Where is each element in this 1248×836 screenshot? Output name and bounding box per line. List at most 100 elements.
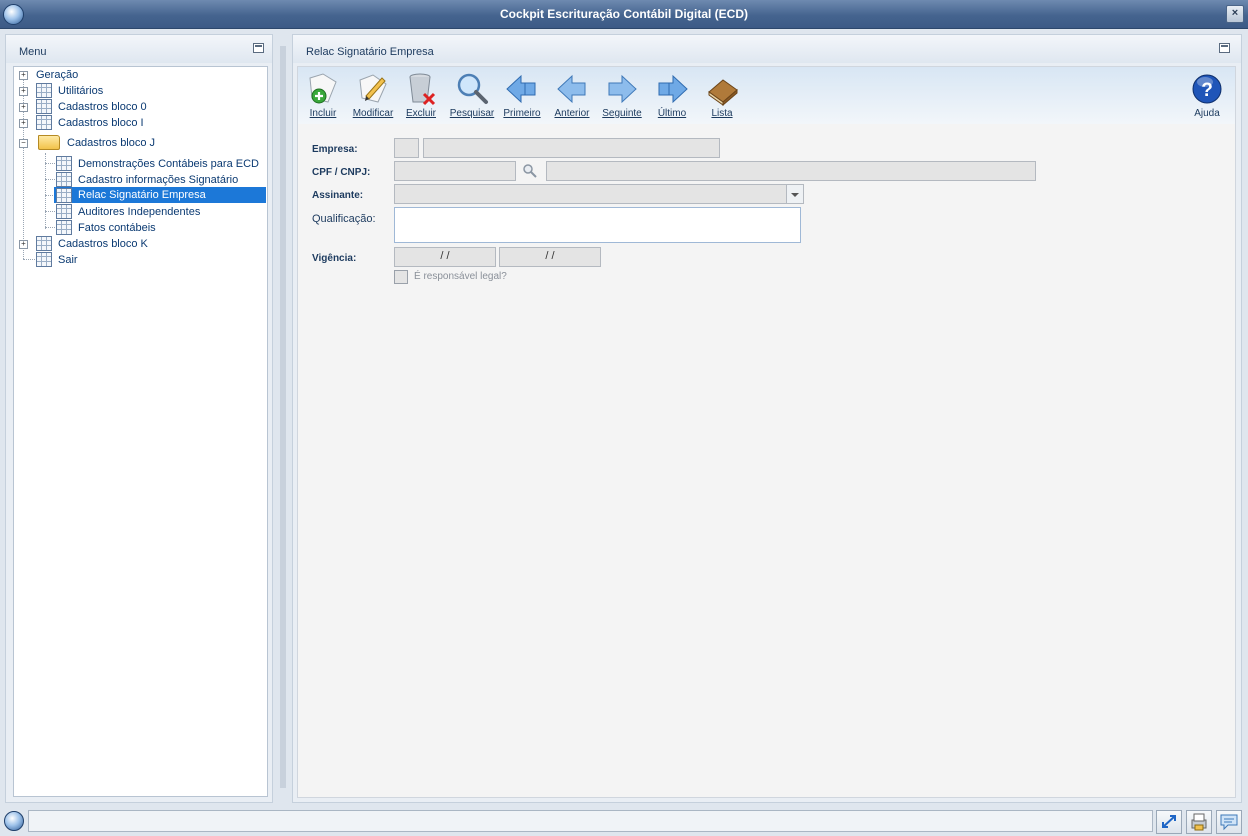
table-icon: [36, 252, 52, 267]
help-icon: ?: [1192, 74, 1222, 104]
table-icon: [36, 99, 52, 114]
minimize-icon[interactable]: [253, 43, 264, 53]
menu-panel-title: Menu: [19, 46, 47, 58]
expand-icon[interactable]: +: [19, 103, 28, 112]
table-icon: [36, 236, 52, 251]
tree-item-label: Cadastros bloco 0: [58, 101, 147, 113]
tree-item-label: Cadastros bloco I: [58, 117, 144, 129]
expand-window-icon[interactable]: [1156, 810, 1182, 834]
modificar-label: Modificar: [352, 108, 394, 119]
status-message-field: [28, 810, 1153, 832]
ajuda-button[interactable]: ? Ajuda: [1183, 70, 1231, 122]
tree-item-label: Geração: [36, 69, 79, 81]
anterior-label: Anterior: [554, 108, 590, 119]
status-logo-icon: [4, 811, 24, 831]
tree-connector: [45, 163, 55, 164]
collapse-icon[interactable]: −: [19, 139, 28, 148]
tree-item-label: Fatos contábeis: [78, 222, 156, 234]
tree-item-label: Demonstrações Contábeis para ECD: [78, 158, 259, 170]
lista-label: Lista: [711, 108, 733, 119]
qualificacao-label: Qualificação:: [312, 213, 376, 225]
title-bar: Cockpit Escrituração Contábil Digital (E…: [0, 0, 1248, 29]
tree-item-label: Sair: [58, 254, 78, 266]
form-area: Incluir Modificar Excluir Pesquisar Prim…: [297, 66, 1236, 798]
tree-connector: [23, 259, 35, 260]
ultimo-label: Último: [657, 108, 687, 119]
next-record-icon: [608, 74, 637, 104]
ajuda-label: Ajuda: [1194, 108, 1220, 119]
cpf-cnpj-name-input[interactable]: [546, 161, 1036, 181]
menu-panel-header: Menu: [6, 35, 272, 63]
responsavel-legal-checkbox[interactable]: [394, 270, 408, 284]
modificar-button[interactable]: Modificar: [349, 70, 397, 122]
incluir-label: Incluir: [309, 108, 337, 119]
ultimo-button[interactable]: Último: [648, 70, 696, 122]
add-document-icon: [309, 73, 337, 104]
table-icon: [56, 204, 72, 219]
table-icon: [56, 188, 72, 203]
empresa-name-input[interactable]: [423, 138, 720, 158]
assinante-select[interactable]: [394, 184, 804, 204]
first-record-icon: [506, 74, 536, 104]
printer-icon[interactable]: [1186, 810, 1212, 834]
toolbar: Incluir Modificar Excluir Pesquisar Prim…: [298, 67, 1235, 124]
search-icon: [457, 73, 488, 104]
seguinte-button[interactable]: Seguinte: [598, 70, 646, 122]
vigencia-inicio-input[interactable]: / /: [394, 247, 496, 267]
tree-item-label: Cadastros bloco J: [67, 137, 156, 149]
message-icon[interactable]: [1216, 810, 1242, 834]
tree-item-label: Auditores Independentes: [78, 206, 201, 218]
expand-icon[interactable]: +: [19, 71, 28, 80]
empresa-code-input[interactable]: [394, 138, 419, 158]
incluir-button[interactable]: Incluir: [299, 70, 347, 122]
expand-icon[interactable]: +: [19, 87, 28, 96]
vigencia-fim-input[interactable]: / /: [499, 247, 601, 267]
responsavel-legal-label: É responsável legal?: [414, 271, 507, 282]
tree-item-label: Cadastro informações Signatário: [78, 174, 239, 186]
table-icon: [36, 115, 52, 130]
table-icon: [56, 220, 72, 235]
expand-icon[interactable]: +: [19, 119, 28, 128]
pesquisar-button[interactable]: Pesquisar: [448, 70, 496, 122]
status-bar: [0, 808, 1248, 836]
menu-tree: + Geração + Utilitários + Cadastros bloc…: [13, 66, 268, 797]
chevron-down-icon[interactable]: [786, 185, 803, 203]
edit-document-icon: [359, 74, 387, 103]
assinante-label: Assinante:: [312, 190, 364, 201]
vigencia-label: Vigência:: [312, 253, 357, 264]
cpf-cnpj-input[interactable]: [394, 161, 516, 181]
panel-splitter[interactable]: [280, 46, 286, 788]
tree-connector: [45, 211, 55, 212]
close-button[interactable]: ×: [1226, 5, 1244, 23]
primeiro-button[interactable]: Primeiro: [498, 70, 546, 122]
table-icon: [56, 156, 72, 171]
content-panel-title: Relac Signatário Empresa: [306, 46, 434, 58]
last-record-icon: [658, 74, 688, 104]
folder-open-icon: [38, 135, 60, 150]
previous-record-icon: [557, 74, 586, 104]
tree-connector: [45, 227, 55, 228]
lista-button[interactable]: Lista: [698, 70, 746, 122]
trash-icon: [409, 73, 436, 106]
empresa-label: Empresa:: [312, 144, 358, 155]
primeiro-label: Primeiro: [503, 108, 541, 119]
lookup-search-icon[interactable]: [522, 163, 538, 179]
tree-item-label: Cadastros bloco K: [58, 238, 148, 250]
tree-item-label: Utilitários: [58, 85, 104, 97]
excluir-button[interactable]: Excluir: [397, 70, 445, 122]
cpf-cnpj-label: CPF / CNPJ:: [312, 167, 371, 178]
minimize-icon[interactable]: [1219, 43, 1230, 53]
tree-item-relac-signatario-empresa[interactable]: Relac Signatário Empresa: [54, 187, 266, 203]
seguinte-label: Seguinte: [602, 108, 642, 119]
book-icon: [708, 79, 738, 106]
table-icon: [56, 172, 72, 187]
excluir-label: Excluir: [405, 108, 436, 119]
anterior-button[interactable]: Anterior: [548, 70, 596, 122]
expand-icon[interactable]: +: [19, 240, 28, 249]
content-panel-header: Relac Signatário Empresa: [293, 35, 1241, 63]
table-icon: [36, 83, 52, 98]
tree-connector: [45, 153, 46, 229]
svg-text:?: ?: [1201, 80, 1213, 101]
qualificacao-textarea[interactable]: [394, 207, 801, 243]
tree-connector: [45, 179, 55, 180]
